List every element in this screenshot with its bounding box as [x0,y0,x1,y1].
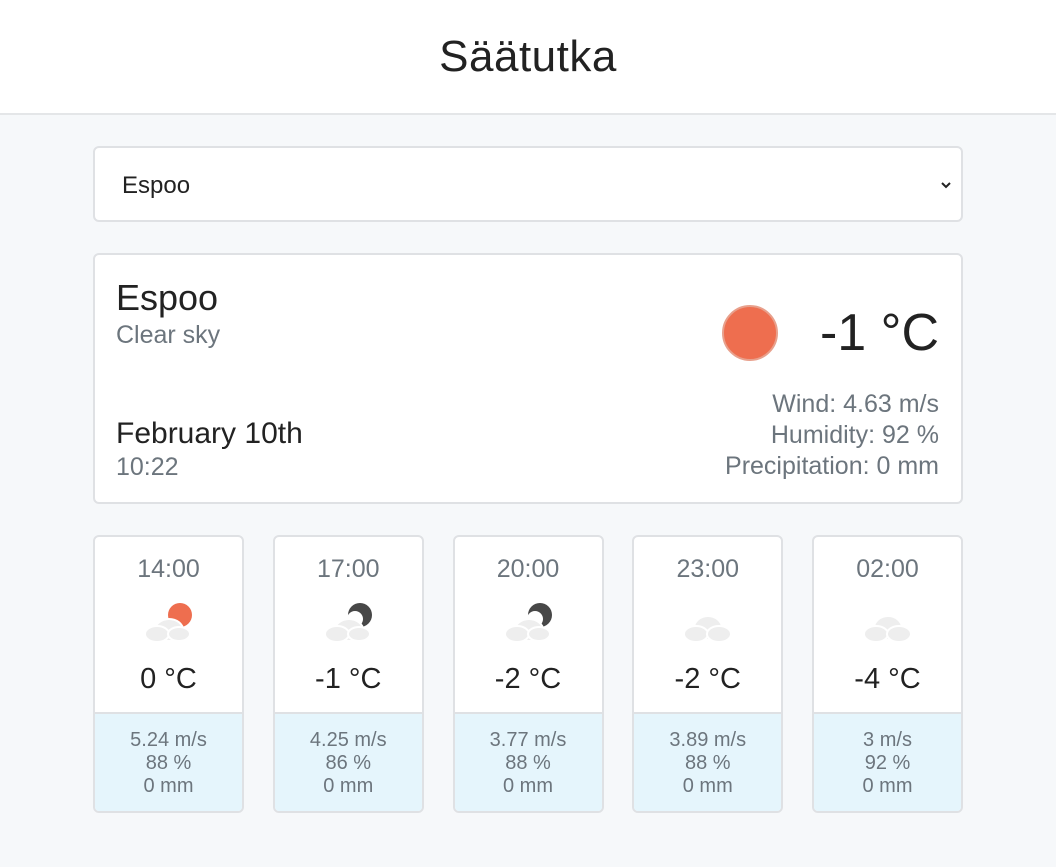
current-temperature: -1 °C [819,304,939,362]
forecast-temperature: -1 °C [315,663,382,695]
forecast-wind: 4.25 m/s [309,729,387,751]
forecast-temperature: -2 °C [494,663,562,695]
forecast-card: 17:00 -1 °C 4.25 m/s 86 % 0 mm [272,535,424,813]
forecast-precipitation: 0 mm [862,775,913,797]
cloud-moon-icon [503,603,552,643]
sun-icon [722,305,778,361]
forecast-precipitation: 0 mm [323,775,374,797]
forecast-details: 3.89 m/s 88 % 0 mm [634,712,782,811]
current-weather-card: Espoo Clear sky February 10th 10:22 -1 °… [93,253,963,504]
forecast-card: 23:00 -2 °C 3.89 m/s 88 % 0 mm [632,535,784,813]
forecast-list: 14:00 0 °C 5.24 m/s 88 % 0 mm 17:00 -1 °… [93,535,963,813]
forecast-humidity: 86 % [325,752,372,774]
forecast-details: 3.77 m/s 88 % 0 mm [454,712,602,811]
forecast-wind: 3 m/s [863,729,912,751]
current-humidity: Humidity: 92 % [770,421,939,449]
forecast-wind: 5.24 m/s [130,729,207,751]
forecast-time: 02:00 [856,555,919,583]
forecast-precipitation: 0 mm [682,775,733,797]
forecast-details: 5.24 m/s 88 % 0 mm [95,712,242,811]
app-header: Säätutka [0,0,1056,115]
forecast-time: 20:00 [496,555,560,583]
forecast-card: 14:00 0 °C 5.24 m/s 88 % 0 mm [93,535,244,813]
city-select[interactable]: Espoo [93,146,963,222]
forecast-wind: 3.77 m/s [489,729,567,751]
cloud-moon-icon [323,603,372,643]
app-title: Säätutka [439,31,617,81]
cloud-icon [683,615,733,643]
forecast-humidity: 92 % [864,752,911,774]
forecast-precipitation: 0 mm [503,775,553,797]
current-details: Wind: 4.63 m/s Humidity: 92 % Precipitat… [725,389,939,482]
forecast-temperature: -4 °C [854,663,921,695]
forecast-humidity: 88 % [684,752,731,774]
main-content: Espoo Espoo Clear sky February 10th 10:2… [93,146,963,813]
forecast-time: 17:00 [316,555,380,583]
forecast-details: 4.25 m/s 86 % 0 mm [274,712,422,811]
forecast-temperature: -2 °C [674,663,741,695]
forecast-time: 23:00 [676,555,740,583]
current-city: Espoo [116,277,219,318]
forecast-time: 14:00 [137,555,200,583]
chevron-down-icon [941,182,951,189]
current-description: Clear sky [116,321,221,349]
forecast-wind: 3.89 m/s [669,729,747,751]
current-precipitation: Precipitation: 0 mm [725,452,939,480]
forecast-details: 3 m/s 92 % 0 mm [814,712,961,811]
city-select-value: Espoo [122,172,191,199]
current-time: 10:22 [116,453,179,481]
cloud-sun-icon [144,603,192,643]
forecast-humidity: 88 % [145,752,192,774]
current-wind: Wind: 4.63 m/s [772,390,939,418]
forecast-card: 20:00 -2 °C 3.77 m/s 88 % 0 mm [452,535,604,813]
cloud-icon [863,615,912,643]
forecast-humidity: 88 % [505,752,551,774]
forecast-precipitation: 0 mm [143,775,194,797]
forecast-temperature: 0 °C [140,663,197,695]
current-date: February 10th [116,417,303,450]
forecast-card: 02:00 -4 °C 3 m/s 92 % 0 mm [812,535,963,813]
